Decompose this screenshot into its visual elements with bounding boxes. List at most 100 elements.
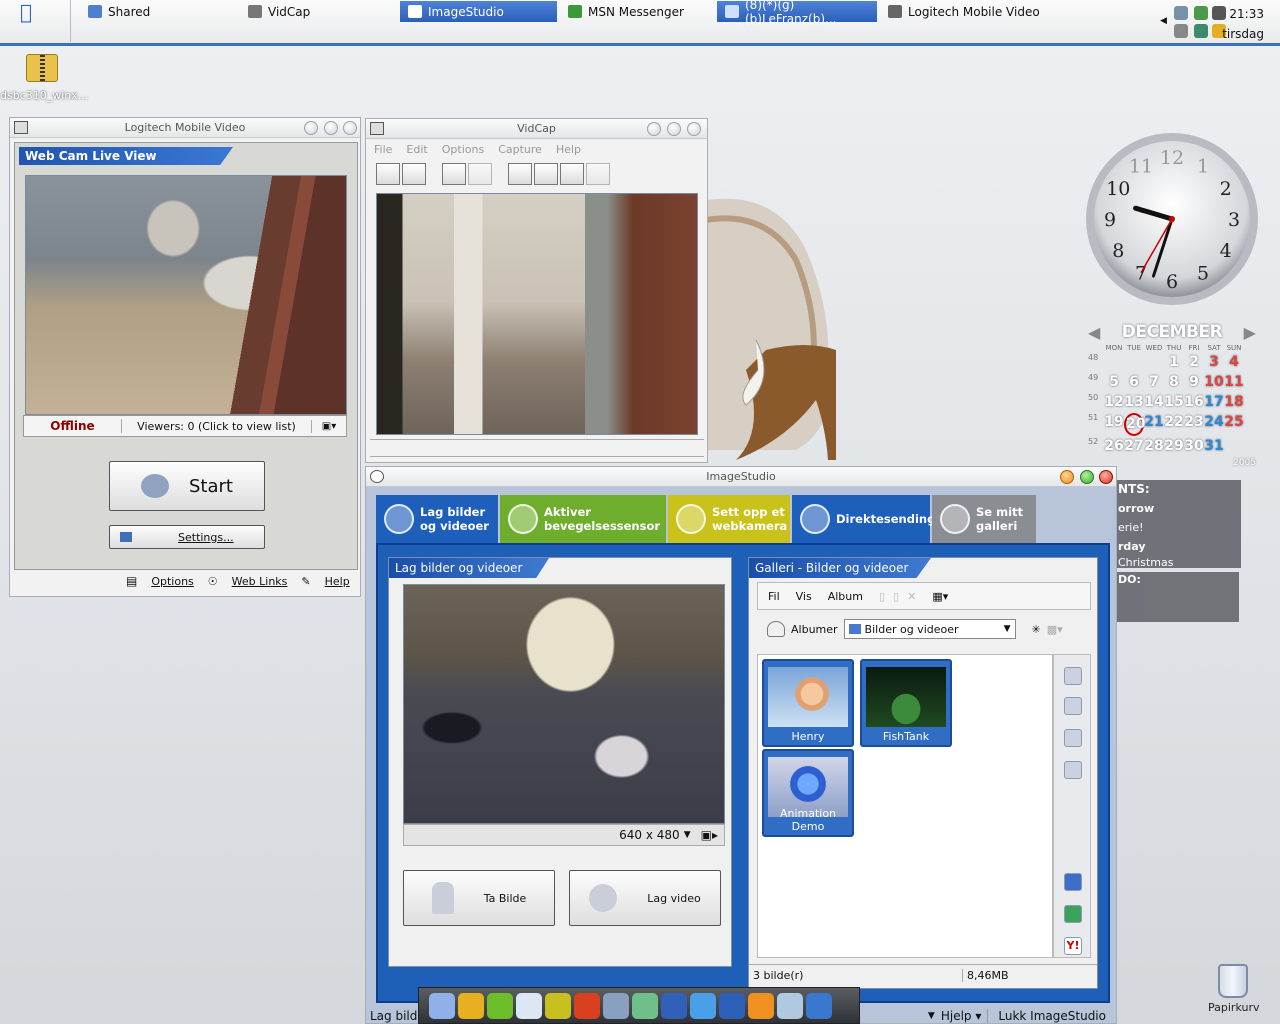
close-button[interactable]: [343, 121, 357, 135]
film-icon[interactable]: [560, 163, 584, 185]
calendar-day[interactable]: 13: [1124, 393, 1144, 412]
share-dropdown-icon[interactable]: ▣▾: [312, 421, 346, 432]
calendar-day[interactable]: 8: [1164, 373, 1184, 392]
network-icon[interactable]: [1174, 6, 1188, 20]
phone-icon[interactable]: [1064, 729, 1082, 747]
gallery-item[interactable]: Henry: [762, 659, 854, 747]
prev-month-icon[interactable]: ◀: [1088, 323, 1100, 342]
viewers-link[interactable]: Viewers: 0 (Click to view list): [122, 419, 312, 433]
network-icon[interactable]: [429, 992, 455, 1019]
trash-icon[interactable]: [1218, 964, 1248, 998]
trash-label[interactable]: Papirkurv: [1208, 1001, 1259, 1014]
menu-fil[interactable]: Fil: [768, 590, 780, 603]
calendar-day[interactable]: 15: [1164, 393, 1184, 412]
tab-gallery[interactable]: Se mitt galleri: [932, 495, 1036, 543]
apple-menu-icon[interactable]: : [20, 2, 42, 22]
webcam-tray-icon[interactable]: [1174, 24, 1188, 38]
view-mode-icon[interactable]: ▦▾: [932, 590, 948, 603]
calendar-day[interactable]: 18: [1224, 393, 1244, 412]
tab-motion-sensor[interactable]: Aktiver bevegelsessensor: [500, 495, 666, 543]
next-month-icon[interactable]: ▶: [1244, 323, 1256, 342]
calendar-day[interactable]: 5: [1104, 373, 1124, 392]
calendar-day[interactable]: 11: [1224, 373, 1244, 392]
calendar-day[interactable]: 31: [1204, 437, 1224, 456]
overlay-mode-icon[interactable]: [534, 163, 558, 185]
compass-icon[interactable]: [661, 992, 687, 1019]
globe-icon[interactable]: ☉: [208, 575, 218, 588]
menu-help[interactable]: Help: [556, 143, 581, 156]
office-icon[interactable]: [748, 992, 774, 1019]
radio-icon[interactable]: [458, 992, 484, 1019]
help-link[interactable]: Help: [325, 575, 350, 588]
settings-button[interactable]: Settings...: [109, 525, 265, 549]
im-icon[interactable]: [1064, 873, 1082, 891]
calendar-day[interactable]: 6: [1124, 373, 1144, 392]
calendar-day[interactable]: 16: [1184, 393, 1204, 412]
calendar-day[interactable]: 19: [1104, 413, 1124, 436]
email-icon[interactable]: [1064, 697, 1082, 715]
calendar-day[interactable]: 10: [1204, 373, 1224, 392]
logitech-titlebar[interactable]: Logitech Mobile Video: [10, 118, 360, 138]
tab-broadcast[interactable]: Direktesending: [792, 495, 935, 543]
record-icon[interactable]: [586, 163, 610, 185]
users-tray-icon[interactable]: [1194, 24, 1208, 38]
messenger-icon[interactable]: [545, 992, 571, 1019]
task-shared[interactable]: Shared: [80, 1, 158, 22]
word-icon[interactable]: [719, 992, 745, 1019]
browser-icon[interactable]: [690, 992, 716, 1019]
calendar-day[interactable]: 21: [1144, 413, 1164, 436]
help-button[interactable]: Hjelp ▾: [941, 1009, 982, 1023]
start-button[interactable]: Start: [109, 461, 265, 511]
edit-capture-icon[interactable]: [402, 163, 426, 185]
calendar-day[interactable]: 7: [1144, 373, 1164, 392]
menu-file[interactable]: File: [374, 143, 392, 156]
eye-icon[interactable]: [603, 992, 629, 1019]
options-link[interactable]: Options: [151, 575, 193, 588]
effects-icon[interactable]: ✳: [1032, 623, 1041, 636]
calendar-day[interactable]: 30: [1184, 437, 1204, 456]
tab-make-media[interactable]: Lag bilder og videoer: [376, 495, 498, 543]
calendar-day[interactable]: 14: [1144, 393, 1164, 412]
save-capture-icon[interactable]: [376, 163, 400, 185]
calendar-day[interactable]: 29: [1164, 437, 1184, 456]
paste-icon[interactable]: ▯: [893, 590, 899, 603]
calendar-day[interactable]: 20: [1124, 413, 1145, 436]
delete-icon[interactable]: ✕: [907, 590, 916, 603]
menu-vis[interactable]: Vis: [796, 590, 812, 603]
album-select[interactable]: Bilder og videoer ▼: [843, 619, 1016, 639]
close-imagestudio-button[interactable]: Lukk ImageStudio: [987, 1009, 1116, 1023]
task-msn[interactable]: MSN Messenger: [560, 1, 692, 22]
menu-edit[interactable]: Edit: [406, 143, 427, 156]
imagestudio-titlebar[interactable]: ImageStudio: [366, 467, 1116, 487]
print-icon[interactable]: [1064, 667, 1082, 685]
calendar-day[interactable]: 28: [1144, 437, 1164, 456]
music-icon[interactable]: [632, 992, 658, 1019]
zip-file-icon[interactable]: [26, 54, 58, 82]
maximize-button[interactable]: [1080, 470, 1094, 484]
options-icon[interactable]: ▤: [126, 574, 137, 588]
calendar-day[interactable]: 26: [1104, 437, 1124, 456]
camera-icon[interactable]: [777, 992, 803, 1019]
export-icon[interactable]: [1064, 761, 1082, 779]
calendar-day[interactable]: 3: [1204, 353, 1224, 372]
calendar-day[interactable]: 23: [1184, 413, 1204, 436]
calendar-day[interactable]: 22: [1164, 413, 1184, 436]
take-photo-button[interactable]: Ta Bilde: [403, 870, 555, 926]
task-logitech[interactable]: Logitech Mobile Video: [880, 1, 1048, 22]
task-vidcap[interactable]: VidCap: [240, 1, 318, 22]
calendar-day[interactable]: 17: [1204, 393, 1224, 412]
calendar-day[interactable]: 12: [1104, 393, 1124, 412]
web-links-link[interactable]: Web Links: [232, 575, 288, 588]
resolution-chevron-icon[interactable]: ▼: [684, 830, 691, 840]
vidcap-titlebar[interactable]: VidCap: [366, 119, 707, 139]
maximize-button[interactable]: [324, 121, 338, 135]
task-imagestudio[interactable]: ImageStudio: [400, 1, 557, 22]
menu-options[interactable]: Options: [442, 143, 484, 156]
minimize-button[interactable]: [304, 121, 318, 135]
make-video-button[interactable]: Lag video: [569, 870, 721, 926]
resolution-dropdown[interactable]: 640 x 480: [619, 828, 680, 842]
mail-icon[interactable]: [516, 992, 542, 1019]
calendar-day[interactable]: 24: [1204, 413, 1224, 436]
menu-album[interactable]: Album: [828, 590, 863, 603]
minimize-button[interactable]: [647, 122, 661, 136]
